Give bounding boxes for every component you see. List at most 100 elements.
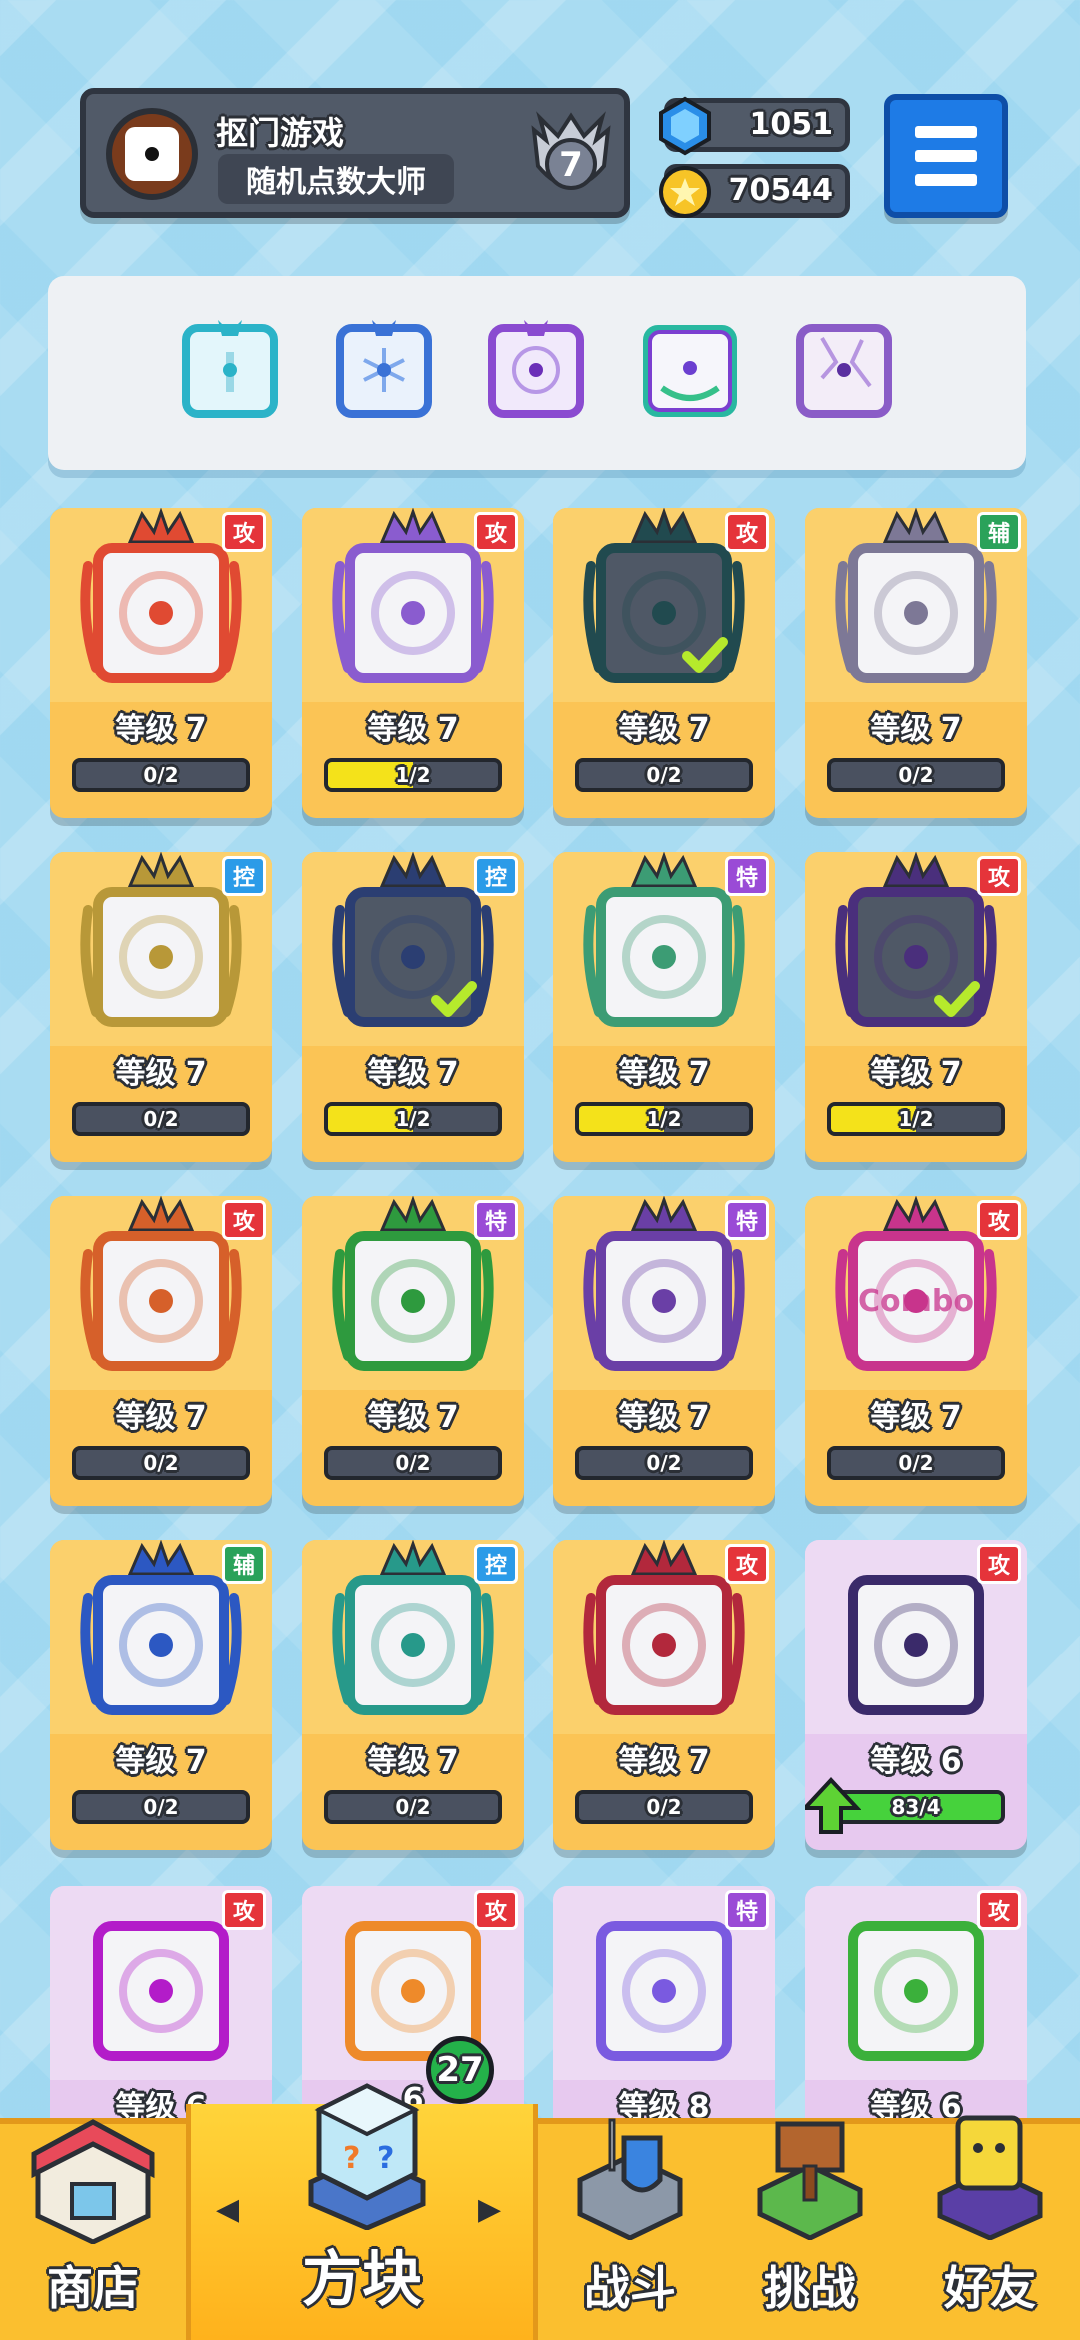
dice-type-badge: 攻 bbox=[977, 1200, 1021, 1240]
dice-type-badge: 辅 bbox=[977, 512, 1021, 552]
dice-level: 等级 7 bbox=[618, 1744, 710, 1779]
dice-progress-text: 0/2 bbox=[143, 1451, 179, 1475]
deck-slot-ice-pillar[interactable] bbox=[178, 318, 282, 422]
dice-type-badge: 攻 bbox=[474, 1890, 518, 1930]
menu-line-icon bbox=[915, 126, 977, 138]
gem-counter[interactable]: 1051 bbox=[659, 96, 850, 156]
deck-slot-crack[interactable] bbox=[792, 318, 896, 422]
friends-icon bbox=[937, 2115, 1043, 2240]
dice-level: 等级 7 bbox=[618, 1400, 710, 1435]
nav-next-arrow-icon[interactable]: ▶ bbox=[478, 2192, 501, 2227]
dice-card[interactable]: 攻等级 7 0/2 bbox=[50, 508, 272, 818]
menu-button[interactable] bbox=[884, 94, 1008, 218]
nav-prev-arrow-icon[interactable]: ◀ bbox=[216, 2192, 239, 2227]
nav-shop-label: 商店 bbox=[47, 2261, 139, 2315]
deck-slot-healing[interactable] bbox=[638, 318, 742, 422]
dice-card[interactable]: 控等级 7 0/2 bbox=[50, 852, 272, 1162]
dice-progress-bar: 0/2 bbox=[827, 758, 1005, 792]
dice-level: 等级 7 bbox=[367, 1744, 459, 1779]
dice-progress-text: 0/2 bbox=[143, 1795, 179, 1819]
dice-card[interactable]: 攻等级 7 0/2 bbox=[50, 1196, 272, 1506]
dice-card[interactable]: 攻等级 6 83/4 bbox=[805, 1540, 1027, 1850]
dice-type-badge: 特 bbox=[725, 856, 769, 896]
coin-icon bbox=[659, 166, 711, 218]
dice-progress-text: 0/2 bbox=[646, 763, 682, 787]
player-title: 随机点数大师 bbox=[218, 154, 454, 204]
dice-card[interactable]: 辅等级 7 0/2 bbox=[805, 508, 1027, 818]
dice-card[interactable]: 攻等级 7 1/2 bbox=[805, 852, 1027, 1162]
avatar-die-icon bbox=[125, 127, 179, 181]
dice-card[interactable]: 攻等级 7 0/2 bbox=[553, 1540, 775, 1850]
bottom-nav: 商店 战斗 挑战 好友 bbox=[0, 2115, 1080, 2340]
new-dice-count-badge: 27 bbox=[426, 2036, 494, 2104]
dice-progress-text: 0/2 bbox=[898, 763, 934, 787]
dice-type-badge: 攻 bbox=[977, 1544, 1021, 1584]
dice-progress-bar: 1/2 bbox=[324, 1102, 502, 1136]
dice-level: 等级 7 bbox=[115, 1744, 207, 1779]
dice-box-icon: ? ? bbox=[308, 2083, 426, 2230]
dice-card[interactable]: 特等级 7 0/2 bbox=[553, 1196, 775, 1506]
dice-level: 等级 7 bbox=[115, 1056, 207, 1091]
dice-progress-text: 0/2 bbox=[898, 1451, 934, 1475]
shop-icon bbox=[31, 2119, 155, 2244]
deck-slot-electric[interactable] bbox=[484, 318, 588, 422]
dice-card[interactable]: 控等级 7 0/2 bbox=[302, 1540, 524, 1850]
rank-badge-icon[interactable]: 7 bbox=[526, 110, 616, 202]
deck-slot-snow[interactable] bbox=[332, 318, 436, 422]
dice-card[interactable]: 辅等级 7 0/2 bbox=[50, 1540, 272, 1850]
svg-text:?: ? bbox=[377, 2141, 394, 2176]
rank-number: 7 bbox=[559, 145, 583, 185]
dice-level: 等级 6 bbox=[870, 1744, 962, 1779]
nav-challenge[interactable]: 挑战 bbox=[720, 2121, 900, 2340]
dice-type-badge: 控 bbox=[474, 856, 518, 896]
dice-card[interactable]: 特等级 7 0/2 bbox=[302, 1196, 524, 1506]
player-name: 抠门游戏 bbox=[216, 114, 345, 152]
battle-icon bbox=[577, 2118, 683, 2240]
dice-type-badge: 攻 bbox=[725, 1544, 769, 1584]
dice-type-badge: 攻 bbox=[977, 856, 1021, 896]
nav-shop[interactable]: 商店 bbox=[0, 2119, 186, 2340]
dice-type-badge: 特 bbox=[474, 1200, 518, 1240]
coin-count: 70544 bbox=[728, 173, 833, 208]
menu-line-icon bbox=[915, 150, 977, 162]
dice-progress-bar: 0/2 bbox=[72, 758, 250, 792]
dice-card[interactable]: 控等级 7 1/2 bbox=[302, 852, 524, 1162]
dice-level: 等级 7 bbox=[115, 1400, 207, 1435]
nav-battle[interactable]: 战斗 bbox=[540, 2118, 720, 2340]
dice-level: 等级 7 bbox=[367, 1056, 459, 1091]
nav-battle-label: 战斗 bbox=[584, 2261, 676, 2315]
dice-type-badge: 攻 bbox=[222, 1200, 266, 1240]
dice-type-badge: 辅 bbox=[222, 1544, 266, 1584]
dice-level: 等级 7 bbox=[870, 1400, 962, 1435]
dice-card[interactable]: 攻等级 7 1/2 bbox=[302, 508, 524, 818]
dice-level: 等级 7 bbox=[870, 712, 962, 747]
nav-friends-label: 好友 bbox=[944, 2261, 1036, 2315]
gem-count: 1051 bbox=[749, 107, 834, 142]
dice-progress-bar: 0/2 bbox=[575, 758, 753, 792]
profile-panel[interactable]: 抠门游戏 随机点数大师 7 bbox=[80, 88, 630, 218]
upgrade-arrow-icon[interactable] bbox=[805, 1776, 861, 1836]
dice-progress-bar: 0/2 bbox=[827, 1446, 1005, 1480]
dice-progress-text: 1/2 bbox=[898, 1107, 934, 1131]
dice-type-badge: 攻 bbox=[725, 512, 769, 552]
dice-progress-bar: 0/2 bbox=[72, 1446, 250, 1480]
dice-progress-text: 0/2 bbox=[143, 763, 179, 787]
dice-progress-text: 0/2 bbox=[395, 1451, 431, 1475]
coin-counter[interactable]: 70544 bbox=[659, 164, 850, 218]
nav-friends[interactable]: 好友 bbox=[900, 2115, 1080, 2340]
avatar[interactable] bbox=[106, 108, 198, 200]
dice-type-badge: 攻 bbox=[222, 512, 266, 552]
dice-type-badge: 攻 bbox=[977, 1890, 1021, 1930]
dice-progress-text: 0/2 bbox=[646, 1795, 682, 1819]
dice-card[interactable]: 攻等级 7 0/2 bbox=[553, 508, 775, 818]
dice-progress-text: 0/2 bbox=[395, 1795, 431, 1819]
dice-progress-text: 1/2 bbox=[646, 1107, 682, 1131]
dice-card[interactable]: 特等级 7 1/2 bbox=[553, 852, 775, 1162]
nav-dice-label: 方块 bbox=[302, 2245, 422, 2315]
dice-progress-text: 0/2 bbox=[646, 1451, 682, 1475]
dice-progress-bar: 0/2 bbox=[575, 1790, 753, 1824]
dice-progress-text: 1/2 bbox=[395, 763, 431, 787]
dice-level: 等级 7 bbox=[618, 712, 710, 747]
dice-card[interactable]: Combo攻等级 70/2 bbox=[805, 1196, 1027, 1506]
dice-type-badge: 特 bbox=[725, 1200, 769, 1240]
